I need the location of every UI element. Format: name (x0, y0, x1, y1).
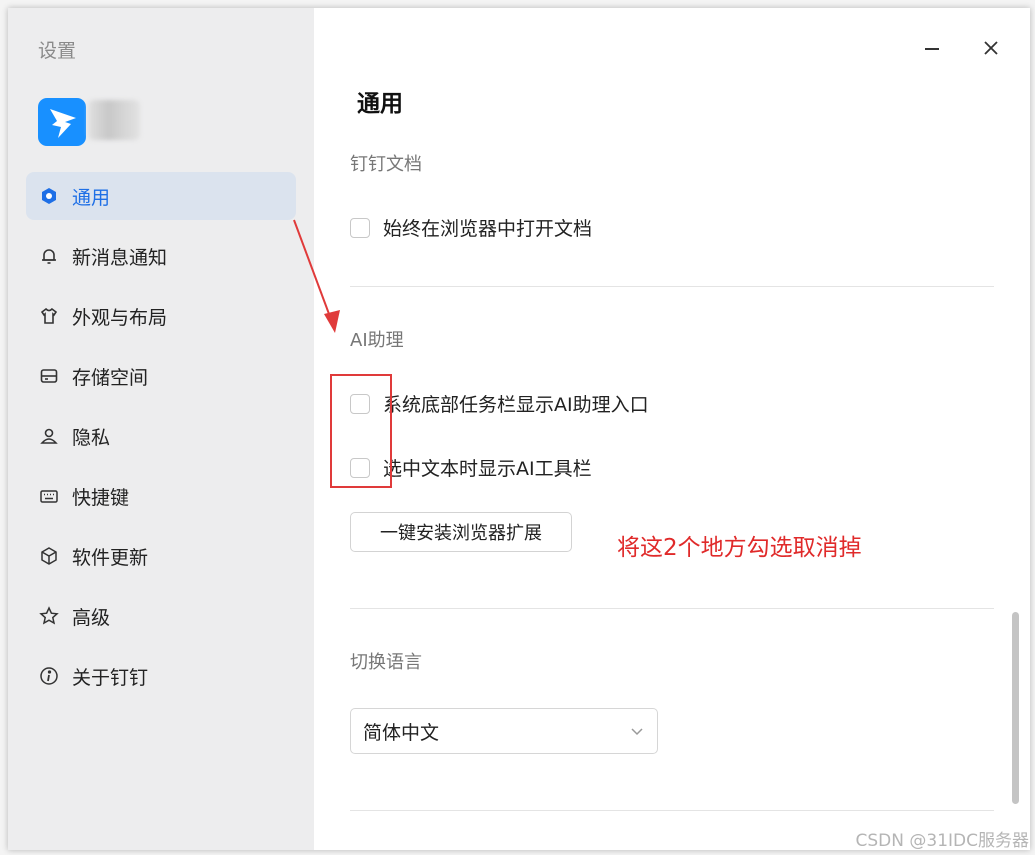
sidebar-item-label: 软件更新 (72, 546, 149, 569)
cube-icon (38, 545, 60, 567)
sidebar-item-label: 新消息通知 (72, 246, 168, 269)
section-label-language: 切换语言 (350, 652, 422, 673)
minimize-button[interactable] (918, 34, 946, 62)
sidebar-item-label: 隐私 (72, 426, 111, 449)
language-select-value: 简体中文 (363, 721, 440, 744)
storage-icon (38, 365, 60, 387)
section-label-docs: 钉钉文档 (350, 154, 422, 175)
checkbox-label: 始终在浏览器中打开文档 (383, 218, 593, 240)
info-icon (38, 665, 60, 687)
divider (350, 810, 994, 811)
page-title: 通用 (357, 91, 403, 117)
annotation-text: 将这2个地方勾选取消掉 (617, 535, 862, 561)
avatar[interactable] (88, 100, 140, 140)
divider (350, 608, 994, 609)
checkbox-row-taskbar-ai-entry[interactable]: 系统底部任务栏显示AI助理入口 (350, 390, 649, 417)
gear-icon (38, 185, 60, 207)
language-select[interactable]: 简体中文 (350, 708, 658, 754)
sidebar: 设置 通用 新消息通知 外观与布局 存储空间 隐私 快捷键 软件更新 高级 关于… (8, 8, 314, 850)
sidebar-item-label: 通用 (72, 186, 111, 209)
sidebar-nav: 通用 新消息通知 外观与布局 存储空间 隐私 快捷键 软件更新 高级 关于钉钉 (26, 172, 296, 712)
checkbox-label: 选中文本时显示AI工具栏 (383, 458, 592, 480)
user-icon (38, 425, 60, 447)
bell-icon (38, 245, 60, 267)
dingtalk-logo-icon (38, 98, 86, 146)
close-button[interactable] (977, 34, 1005, 62)
checkbox-open-in-browser[interactable] (350, 217, 370, 238)
sidebar-item-label: 外观与布局 (72, 306, 168, 329)
settings-main: 通用 钉钉文档 始终在浏览器中打开文档 AI助理 系统底部任务栏显示AI助理入口… (314, 8, 1030, 850)
scrollbar[interactable] (1012, 612, 1019, 804)
sidebar-item-label: 高级 (72, 606, 111, 629)
divider (350, 286, 994, 287)
sidebar-item-storage[interactable]: 存储空间 (26, 352, 296, 400)
sidebar-item-label: 快捷键 (72, 486, 130, 509)
install-browser-extension-button[interactable]: 一键安装浏览器扩展 (350, 512, 572, 552)
sidebar-item-shortcuts[interactable]: 快捷键 (26, 472, 296, 520)
sidebar-item-advanced[interactable]: 高级 (26, 592, 296, 640)
section-label-ai: AI助理 (350, 330, 404, 351)
sidebar-item-about[interactable]: 关于钉钉 (26, 652, 296, 700)
keyboard-icon (38, 485, 60, 507)
star-icon (38, 605, 60, 627)
sidebar-item-notifications[interactable]: 新消息通知 (26, 232, 296, 280)
checkbox-row-open-in-browser[interactable]: 始终在浏览器中打开文档 (350, 214, 592, 241)
chevron-down-icon (631, 728, 643, 736)
close-icon (984, 41, 998, 55)
sidebar-item-privacy[interactable]: 隐私 (26, 412, 296, 460)
checkbox-label: 系统底部任务栏显示AI助理入口 (383, 394, 649, 416)
minimize-icon (925, 48, 939, 50)
sidebar-item-label: 关于钉钉 (72, 666, 149, 689)
sidebar-item-label: 存储空间 (72, 366, 149, 389)
settings-title: 设置 (38, 40, 77, 62)
annotation-highlight-box (330, 374, 392, 488)
watermark: CSDN @31IDC服务器 (855, 831, 1029, 851)
shirt-icon (38, 305, 60, 327)
sidebar-item-general[interactable]: 通用 (26, 172, 296, 220)
sidebar-item-updates[interactable]: 软件更新 (26, 532, 296, 580)
sidebar-item-appearance[interactable]: 外观与布局 (26, 292, 296, 340)
settings-window: 设置 通用 新消息通知 外观与布局 存储空间 隐私 快捷键 软件更新 高级 关于… (8, 8, 1030, 850)
